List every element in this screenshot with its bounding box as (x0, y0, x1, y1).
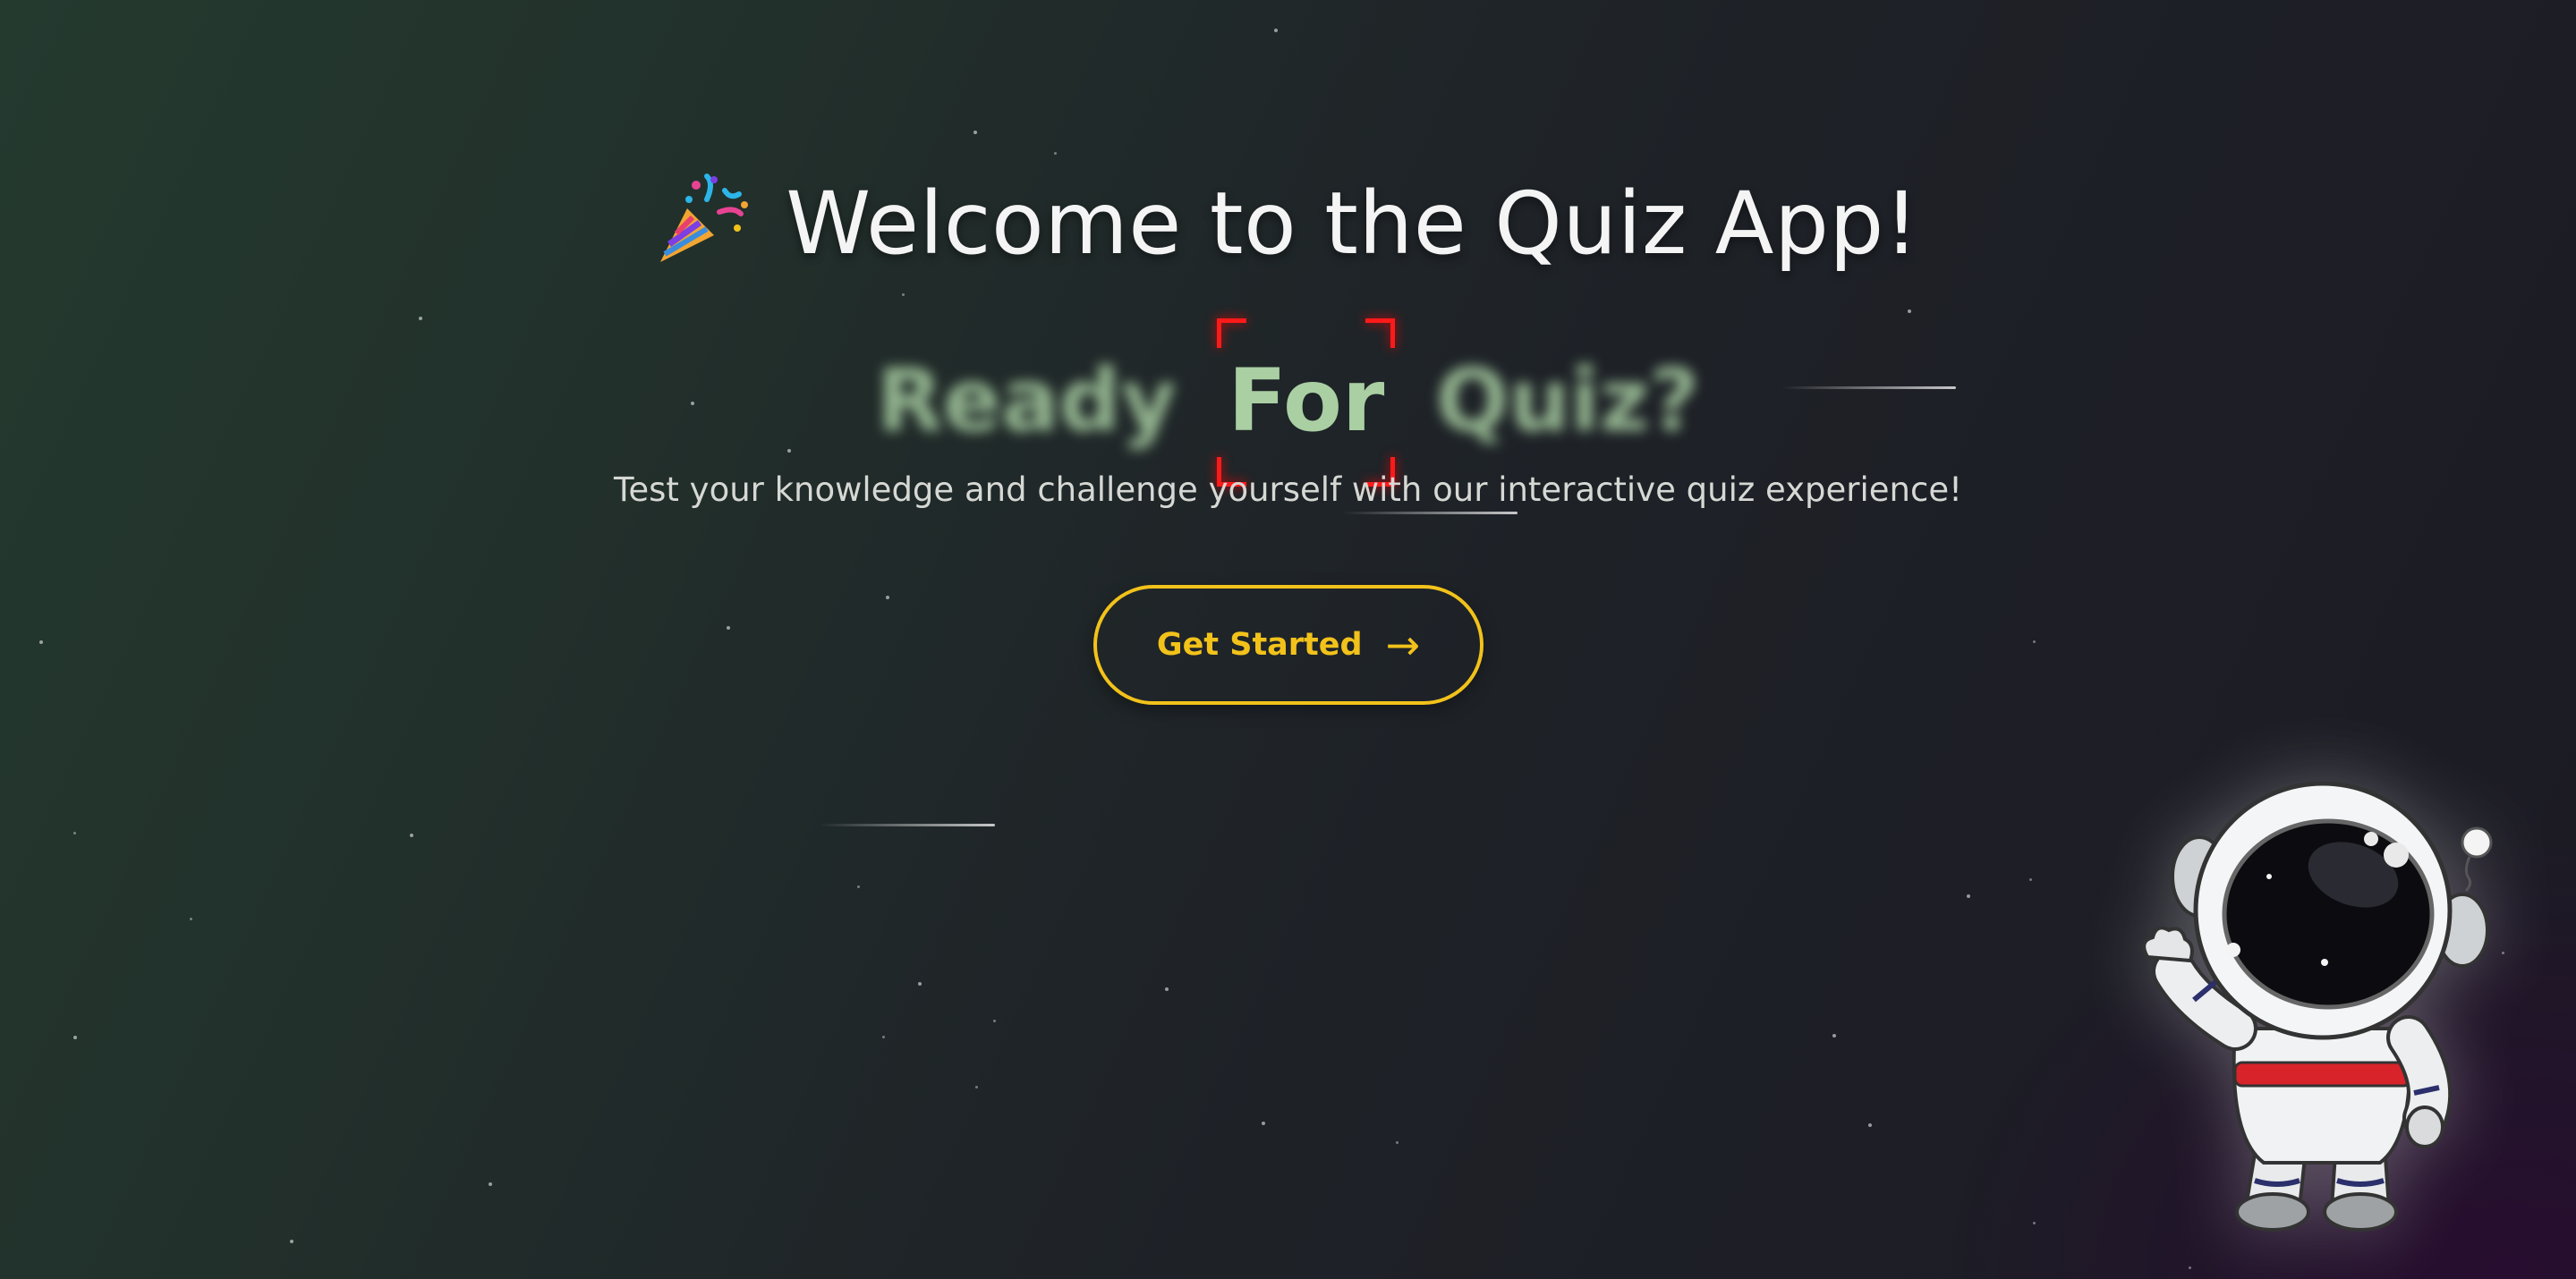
arrow-right-icon: → (1385, 621, 1421, 669)
tagline-word-quiz: Quiz? (1435, 351, 1700, 451)
get-started-button[interactable]: Get Started → (1093, 585, 1484, 705)
ready-for-quiz-tagline: Ready For Quiz? (0, 318, 2576, 487)
tagline-word-for: For (1217, 318, 1396, 487)
page-title-text: Welcome to the Quiz App! (786, 174, 1919, 274)
tagline-focused-text: For (1228, 351, 1385, 451)
astronaut-icon (2130, 760, 2523, 1243)
tagline-word-ready: Ready (876, 351, 1177, 451)
get-started-label: Get Started (1156, 627, 1363, 663)
focus-corner-top-right (1365, 318, 1396, 348)
focus-corner-top-left (1217, 318, 1247, 348)
party-popper-icon (657, 173, 750, 266)
page-subtitle: Test your knowledge and challenge yourse… (614, 470, 1962, 509)
page-title: Welcome to the Quiz App! (0, 170, 2576, 277)
